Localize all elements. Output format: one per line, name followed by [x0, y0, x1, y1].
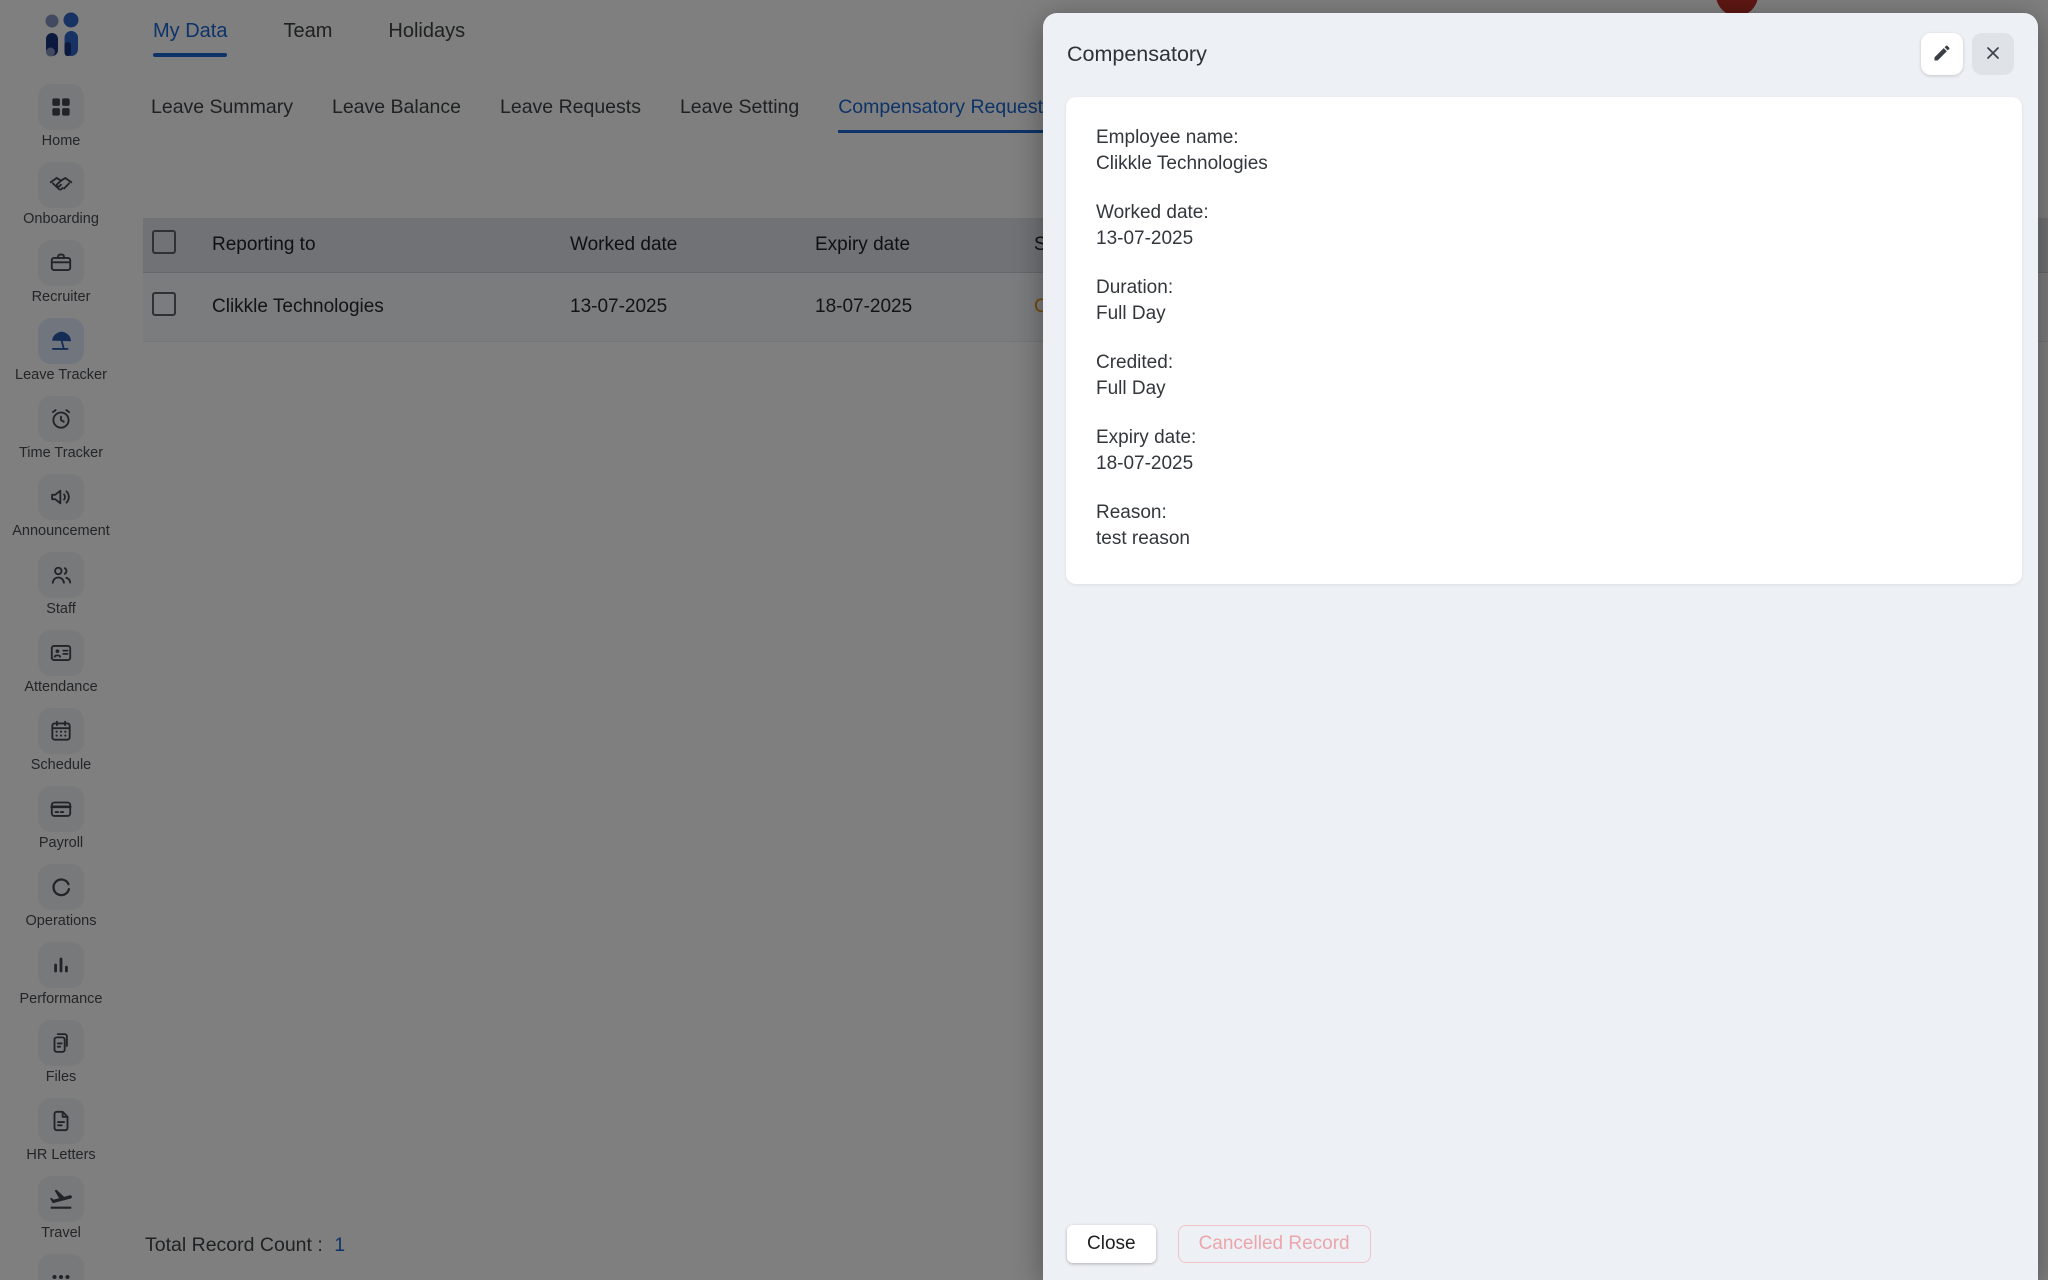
field-value: Full Day [1096, 301, 1992, 327]
field-value: Full Day [1096, 376, 1992, 402]
modal-title: Compensatory [1067, 42, 1207, 67]
modal-footer: Close Cancelled Record [1067, 1225, 1371, 1263]
close-button[interactable]: Close [1067, 1225, 1156, 1263]
field-worked-date: Worked date:13-07-2025 [1096, 200, 1992, 252]
close-icon [1983, 43, 2003, 66]
field-duration: Duration:Full Day [1096, 275, 1992, 327]
field-value: 13-07-2025 [1096, 226, 1992, 252]
edit-button[interactable] [1921, 33, 1963, 75]
field-value: test reason [1096, 526, 1992, 552]
app-screen: HomeOnboardingRecruiterLeave TrackerTime… [0, 0, 2048, 1280]
details-card: Employee name:Clikkle Technologies Worked… [1066, 97, 2022, 584]
field-value: Clikkle Technologies [1096, 151, 1992, 177]
field-label: Employee name: [1096, 125, 1992, 151]
field-label: Expiry date: [1096, 425, 1992, 451]
field-value: 18-07-2025 [1096, 451, 1992, 477]
field-label: Worked date: [1096, 200, 1992, 226]
compensatory-modal: Compensatory E [1043, 13, 2038, 1280]
field-expiry-date: Expiry date:18-07-2025 [1096, 425, 1992, 477]
modal-header: Compensatory [1043, 13, 2038, 83]
field-label: Duration: [1096, 275, 1992, 301]
cancelled-record-button[interactable]: Cancelled Record [1178, 1225, 1371, 1263]
field-label: Reason: [1096, 500, 1992, 526]
modal-header-actions [1921, 33, 2014, 75]
field-employee-name: Employee name:Clikkle Technologies [1096, 125, 1992, 177]
field-credited: Credited:Full Day [1096, 350, 1992, 402]
pencil-icon [1932, 43, 1952, 66]
modal-close-button[interactable] [1972, 33, 2014, 75]
field-reason: Reason:test reason [1096, 500, 1992, 552]
field-label: Credited: [1096, 350, 1992, 376]
